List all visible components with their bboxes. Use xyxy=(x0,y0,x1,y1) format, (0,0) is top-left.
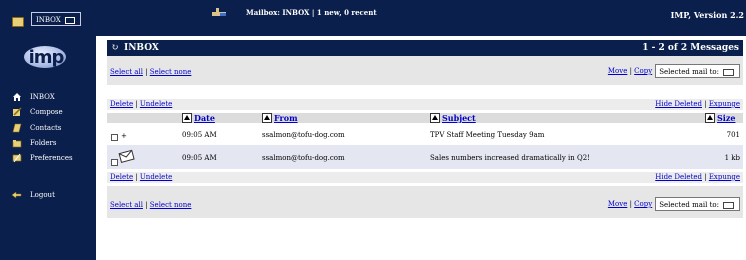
move-link[interactable]: Move xyxy=(608,67,627,75)
table-header: Date From Subject Size xyxy=(107,113,743,123)
hide-deleted-link[interactable]: Hide Deleted xyxy=(655,173,702,181)
column-subject[interactable]: Subject xyxy=(430,113,476,123)
select-links: Select all | Select none xyxy=(110,201,192,209)
select-none-link[interactable]: Select none xyxy=(150,68,192,76)
message-subject[interactable]: Sales numbers increased dramatically in … xyxy=(430,154,590,162)
sidebar-item-preferences[interactable]: Preferences xyxy=(12,152,73,164)
sidebar-item-label: Compose xyxy=(30,108,63,116)
move-target-select[interactable]: Selected mail to: xyxy=(655,197,740,211)
message-flag: + xyxy=(121,132,127,140)
delete-links: Delete | Undelete xyxy=(110,100,173,108)
dropdown-icon xyxy=(723,69,734,76)
copy-link[interactable]: Copy xyxy=(634,67,652,75)
folder-select-value: INBOX xyxy=(36,16,61,24)
delete-link[interactable]: Delete xyxy=(110,173,133,181)
message-subject[interactable]: TPV Staff Meeting Tuesday 9am xyxy=(430,131,544,139)
message-date: 09:05 AM xyxy=(182,131,217,139)
move-target-label: Selected mail to: xyxy=(659,201,719,209)
column-size-label[interactable]: Size xyxy=(717,113,735,123)
select-all-link[interactable]: Select all xyxy=(110,201,143,209)
expunge-links: Hide Deleted | Expunge xyxy=(655,173,740,181)
sidebar-item-label: Contacts xyxy=(30,124,62,132)
column-size[interactable]: Size xyxy=(705,113,735,123)
thumbs-up-icon xyxy=(212,8,226,16)
move-target-label: Selected mail to: xyxy=(659,68,719,76)
delete-bar-top: Delete | Undelete Hide Deleted | Expunge xyxy=(107,99,743,110)
expunge-links: Hide Deleted | Expunge xyxy=(655,100,740,108)
sidebar-item-contacts[interactable]: Contacts xyxy=(12,122,61,134)
move-copy-controls: Move | Copy Selected mail to: xyxy=(608,64,740,78)
top-left-area: INBOX xyxy=(0,0,96,36)
imp-logo: imp xyxy=(22,44,70,70)
sort-icon xyxy=(182,113,192,123)
sidebar-item-label: Folders xyxy=(30,139,57,147)
folder-select[interactable]: INBOX xyxy=(31,12,81,26)
sort-icon xyxy=(430,113,440,123)
message-from[interactable]: ssalmon@tofu-dog.com xyxy=(262,154,345,162)
sort-icon xyxy=(705,113,715,123)
delete-links: Delete | Undelete xyxy=(110,173,173,181)
dropdown-icon xyxy=(723,202,734,209)
move-target-select[interactable]: Selected mail to: xyxy=(655,64,740,78)
sidebar-item-folders[interactable]: Folders xyxy=(12,137,57,149)
message-size: 701 xyxy=(726,131,740,139)
contacts-icon xyxy=(12,123,22,133)
top-action-bar: Select all | Select none Move | Copy Sel… xyxy=(107,56,743,85)
move-link[interactable]: Move xyxy=(608,200,627,208)
version-label: IMP, Version 2.2 xyxy=(670,10,744,20)
logo-text: imp xyxy=(28,47,65,68)
column-subject-label[interactable]: Subject xyxy=(442,113,476,123)
preferences-icon xyxy=(12,153,22,163)
compose-icon xyxy=(13,107,22,116)
dropdown-icon xyxy=(65,17,75,24)
column-from[interactable]: From xyxy=(262,113,298,123)
undelete-link[interactable]: Undelete xyxy=(140,100,172,108)
expunge-link[interactable]: Expunge xyxy=(709,173,740,181)
column-date-label[interactable]: Date xyxy=(194,113,215,123)
logout-icon xyxy=(12,191,22,199)
message-count: 1 - 2 of 2 Messages xyxy=(642,43,739,53)
refresh-icon[interactable]: ↻ xyxy=(111,43,119,53)
table-row[interactable]: 09:05 AM ssalmon@tofu-dog.com Sales numb… xyxy=(107,145,743,169)
bottom-action-bar: Select all | Select none Move | Copy Sel… xyxy=(107,186,743,218)
select-links: Select all | Select none xyxy=(110,68,192,76)
folder-icon xyxy=(12,17,24,27)
hide-deleted-link[interactable]: Hide Deleted xyxy=(655,100,702,108)
top-bar: INBOX Mailbox: INBOX | 1 new, 0 recent I… xyxy=(0,0,746,36)
new-message-icon xyxy=(118,149,135,163)
sort-icon xyxy=(262,113,272,123)
delete-link[interactable]: Delete xyxy=(110,100,133,108)
mailbox-header: ↻ INBOX 1 - 2 of 2 Messages xyxy=(107,40,743,56)
table-row[interactable]: + 09:05 AM ssalmon@tofu-dog.com TPV Staf… xyxy=(107,123,743,145)
message-size: 1 kb xyxy=(724,154,740,162)
move-copy-controls: Move | Copy Selected mail to: xyxy=(608,197,740,211)
sidebar: imp INBOX Compose Contacts Folders Prefe… xyxy=(0,36,96,260)
message-checkbox[interactable] xyxy=(111,133,118,141)
mailbox-status: Mailbox: INBOX | 1 new, 0 recent xyxy=(246,8,377,17)
mailbox-panel: ↻ INBOX 1 - 2 of 2 Messages Select all |… xyxy=(107,36,743,260)
expunge-link[interactable]: Expunge xyxy=(709,100,740,108)
delete-bar-bottom: Delete | Undelete Hide Deleted | Expunge xyxy=(107,172,743,183)
column-from-label[interactable]: From xyxy=(274,113,298,123)
sidebar-item-label: Logout xyxy=(30,191,55,199)
sidebar-item-logout[interactable]: Logout xyxy=(12,189,55,201)
sidebar-item-inbox[interactable]: INBOX xyxy=(12,91,55,103)
folders-icon xyxy=(12,140,22,148)
undelete-link[interactable]: Undelete xyxy=(140,173,172,181)
sidebar-item-compose[interactable]: Compose xyxy=(12,106,63,118)
column-date[interactable]: Date xyxy=(182,113,215,123)
select-none-link[interactable]: Select none xyxy=(150,201,192,209)
copy-link[interactable]: Copy xyxy=(634,200,652,208)
mailbox-title: INBOX xyxy=(124,43,159,53)
message-date: 09:05 AM xyxy=(182,154,217,162)
sidebar-item-label: INBOX xyxy=(30,93,55,101)
select-all-link[interactable]: Select all xyxy=(110,68,143,76)
sidebar-item-label: Preferences xyxy=(30,154,73,162)
message-from[interactable]: ssalmon@tofu-dog.com xyxy=(262,131,345,139)
message-checkbox[interactable] xyxy=(111,158,118,166)
house-icon xyxy=(13,93,21,101)
